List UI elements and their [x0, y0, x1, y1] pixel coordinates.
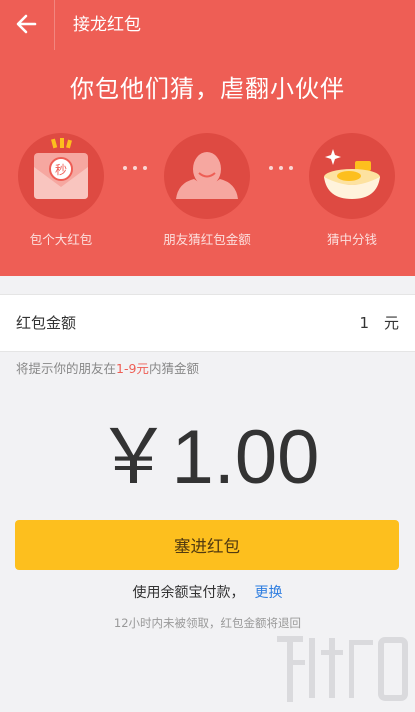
step-wrap-envelope: 秒 包个大红包: [0, 133, 126, 249]
amount-label: 红包金额: [16, 314, 77, 332]
envelope-char: 秒: [55, 163, 67, 177]
back-button[interactable]: [8, 6, 44, 42]
watermark-logo: [277, 636, 408, 702]
step-share: [309, 133, 395, 219]
amount-input-row[interactable]: 红包金额 1 元: [0, 294, 415, 352]
red-envelope-icon: 秒: [34, 138, 88, 199]
topbar-divider: [54, 0, 55, 50]
hint-range: 1-9元: [116, 361, 149, 376]
step-wrap-share: 猜中分钱: [287, 133, 415, 249]
step-wrap-guess: 朋友猜红包金额: [142, 133, 272, 249]
total-amount: ￥1.00: [95, 415, 320, 500]
slogan: 你包他们猜，虐翻小伙伴: [70, 75, 345, 103]
person-icon: [176, 152, 238, 199]
submit-red-packet-button[interactable]: 塞进红包: [15, 520, 399, 570]
amount-unit: 元: [383, 314, 399, 332]
hint-suffix: 内猜金额: [148, 361, 199, 376]
change-payment-link[interactable]: 更换: [255, 585, 283, 601]
gold-ingot-icon: [324, 149, 380, 199]
step-envelope: 秒: [18, 133, 104, 219]
step-guess: [164, 133, 250, 219]
step-label-guess: 朋友猜红包金额: [163, 232, 251, 247]
arrow-left-icon: [16, 14, 37, 34]
amount-input[interactable]: 1: [359, 312, 369, 334]
step-label-share: 猜中分钱: [326, 232, 377, 247]
header-banner: 接龙红包 你包他们猜，虐翻小伙伴 秒 包个大红包 朋友猜红包金额 猜中分钱: [0, 0, 415, 276]
page-title: 接龙红包: [73, 15, 141, 35]
guess-range-hint: 将提示你的朋友在1-9元内猜金额: [16, 360, 199, 378]
refund-notice: 12小时内未被领取，红包金额将退回: [113, 616, 302, 630]
top-bar: 接龙红包: [0, 0, 415, 50]
payment-text: 使用余额宝付款，: [132, 585, 245, 601]
hint-prefix: 将提示你的朋友在: [16, 361, 117, 376]
payment-method: 使用余额宝付款， 更换: [0, 582, 415, 604]
step-label-envelope: 包个大红包: [29, 232, 93, 247]
